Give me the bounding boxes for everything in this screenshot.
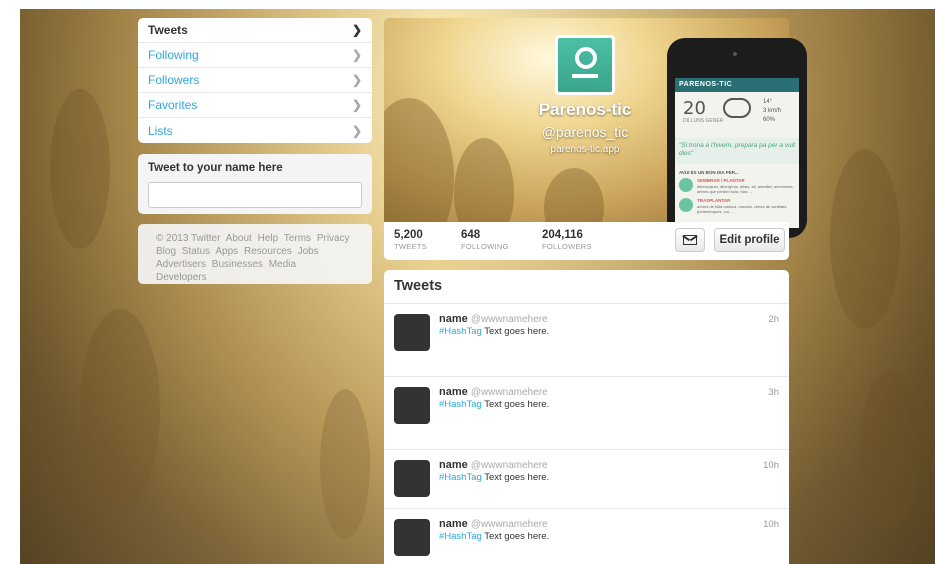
tweet-item[interactable]: name @wwwnamehere #HashTag Text goes her… (384, 304, 789, 377)
footer-link-blog[interactable]: Blog (156, 246, 176, 257)
tweet-timestamp[interactable]: 10h (763, 519, 779, 530)
tweets-timeline: Tweets name @wwwnamehere #HashTag Text g… (384, 270, 789, 564)
footer-links: © 2013 Twitter About Help Terms Privacy … (138, 224, 372, 284)
footer-copyright: © 2013 Twitter (156, 233, 221, 244)
footer-link-jobs[interactable]: Jobs (298, 246, 319, 257)
cloud-icon (723, 98, 751, 118)
profile-nav: Tweets ❯ Following ❯ Followers ❯ Favorit… (138, 18, 372, 143)
tweet-author-handle[interactable]: @wwwnamehere (471, 519, 548, 530)
nav-item-label: Lists (148, 123, 173, 138)
tweet-avatar[interactable] (394, 460, 430, 497)
nav-item-label: Following (148, 48, 199, 62)
profile-url[interactable]: parenos-tic.app (515, 144, 655, 155)
phone-tip: SEMBRAR / PLANTAR albercoquer, albergíni… (679, 178, 795, 194)
tweet-item[interactable]: name @wwwnamehere #HashTag Text goes her… (384, 377, 789, 450)
chevron-right-icon: ❯ (351, 98, 362, 112)
tweet-item[interactable]: name @wwwnamehere #HashTag Text goes her… (384, 450, 789, 509)
chevron-right-icon: ❯ (351, 23, 362, 37)
tweet-text: Text goes here. (481, 326, 550, 337)
tweet-text: Text goes here. (481, 399, 550, 410)
footer-link-media[interactable]: Media (269, 259, 296, 270)
footer-link-resources[interactable]: Resources (244, 246, 292, 257)
nav-item-lists[interactable]: Lists ❯ (138, 118, 372, 143)
nav-item-tweets[interactable]: Tweets ❯ (138, 18, 372, 43)
phone-day-sub: DILLUNS GENER (683, 118, 724, 124)
profile-name: Parenos-tic (538, 100, 632, 119)
profile-handle: @parenos_tic (541, 124, 629, 140)
phone-quote: "Si trona a l'hivern, prepara pa per a v… (675, 138, 799, 164)
tweet-author-handle[interactable]: @wwwnamehere (471, 387, 548, 398)
chevron-right-icon: ❯ (351, 73, 362, 87)
tweet-avatar[interactable] (394, 519, 430, 556)
direct-message-button[interactable] (675, 228, 705, 252)
footer-link-developers[interactable]: Developers (156, 272, 207, 283)
tweet-timestamp[interactable]: 3h (768, 387, 779, 398)
phone-day: 20 (683, 98, 706, 119)
nav-item-followers[interactable]: Followers ❯ (138, 68, 372, 93)
plant-icon (679, 198, 693, 212)
tweet-hashtag[interactable]: #HashTag (439, 531, 482, 542)
tweet-author-name[interactable]: name (439, 518, 468, 530)
stat-followers[interactable]: 204,116 FOLLOWERS (542, 229, 592, 251)
tweet-timestamp[interactable]: 10h (763, 460, 779, 471)
tweet-author-name[interactable]: name (439, 386, 468, 398)
nav-item-label: Tweets (148, 23, 188, 37)
chevron-right-icon: ❯ (351, 48, 362, 62)
footer-link-advertisers[interactable]: Advertisers (156, 259, 206, 270)
footer-link-privacy[interactable]: Privacy (317, 233, 350, 244)
footer-link-help[interactable]: Help (258, 233, 279, 244)
tweet-author-handle[interactable]: @wwwnamehere (471, 314, 548, 325)
envelope-icon (683, 235, 697, 245)
stat-following[interactable]: 648 FOLLOWING (461, 229, 509, 251)
phone-tip: TRASPLANTAR arbres de fulla caduca, carx… (679, 198, 795, 214)
profile-avatar[interactable] (555, 35, 615, 95)
phone-mockup-image: PARENOS-TIC 20 DILLUNS GENER 14° 3 km/h … (667, 38, 807, 238)
nav-item-favorites[interactable]: Favorites ❯ (138, 93, 372, 118)
tweet-to-user-input[interactable] (148, 182, 362, 208)
tweet-item[interactable]: name @wwwnamehere #HashTag Text goes her… (384, 509, 789, 564)
nav-item-following[interactable]: Following ❯ (138, 43, 372, 68)
tweet-hashtag[interactable]: #HashTag (439, 472, 482, 483)
tweet-avatar[interactable] (394, 387, 430, 424)
footer-link-apps[interactable]: Apps (215, 246, 238, 257)
stat-tweets[interactable]: 5,200 TWEETS (394, 229, 427, 251)
phone-app-brand: PARENOS-TIC (675, 78, 799, 92)
tweet-author-handle[interactable]: @wwwnamehere (471, 460, 548, 471)
footer-link-businesses[interactable]: Businesses (212, 259, 263, 270)
tweet-avatar[interactable] (394, 314, 430, 351)
chevron-right-icon: ❯ (351, 123, 362, 138)
nav-item-label: Followers (148, 73, 200, 87)
footer-link-terms[interactable]: Terms (284, 233, 311, 244)
parenos-logo-icon (558, 38, 612, 92)
phone-weather-readings: 14° 3 km/h 60% (763, 99, 782, 123)
footer-link-status[interactable]: Status (182, 246, 210, 257)
tweet-author-name[interactable]: name (439, 313, 468, 325)
tweet-hashtag[interactable]: #HashTag (439, 326, 482, 337)
tweet-timestamp[interactable]: 2h (768, 314, 779, 325)
tweet-author-name[interactable]: name (439, 459, 468, 471)
tweet-text: Text goes here. (481, 472, 550, 483)
edit-profile-button[interactable]: Edit profile (714, 228, 785, 252)
tweet-to-user-title: Tweet to your name here (148, 162, 283, 174)
tweet-hashtag[interactable]: #HashTag (439, 399, 482, 410)
nav-item-label: Favorites (148, 98, 198, 112)
plant-icon (679, 178, 693, 192)
tweet-text: Text goes here. (481, 531, 550, 542)
profile-stats-bar: 5,200 TWEETS 648 FOLLOWING 204,116 FOLLO… (384, 222, 789, 260)
timeline-title: Tweets (384, 270, 789, 304)
tweet-to-user-box: Tweet to your name here (138, 154, 372, 214)
footer-link-about[interactable]: About (226, 233, 252, 244)
phone-avui: AVUI ÉS UN BON DIA PER... (679, 170, 739, 175)
